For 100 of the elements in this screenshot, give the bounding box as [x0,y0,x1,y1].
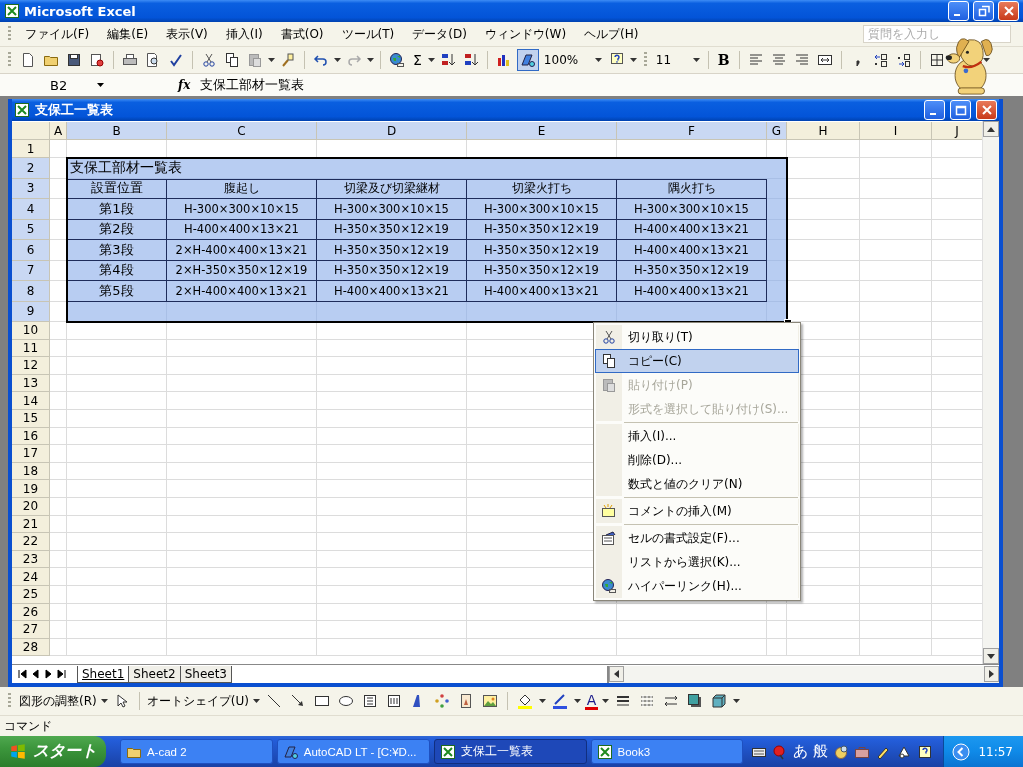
empty-cell[interactable] [50,339,67,358]
row-header[interactable]: 6 [12,240,50,261]
empty-cell[interactable] [67,339,167,358]
menu-item[interactable]: 書式(O) [272,23,332,45]
empty-cell[interactable] [317,357,467,375]
empty-cell[interactable] [317,515,467,534]
empty-cell[interactable] [317,550,467,569]
empty-cell[interactable] [317,603,467,622]
menu-item[interactable]: ファイル(F) [17,23,98,45]
empty-cell[interactable] [50,392,67,410]
palette-icon[interactable] [833,743,850,760]
row-header[interactable]: 19 [12,480,50,498]
caret-icon[interactable] [427,58,435,62]
draw-menu[interactable]: 図形の調整(R) [19,692,97,710]
empty-cell[interactable] [50,480,67,498]
empty-cell[interactable] [860,445,932,463]
restore-button[interactable] [973,1,994,21]
font-color-button[interactable]: A [584,692,599,710]
empty-cell[interactable] [50,621,67,639]
caret-icon[interactable] [334,58,341,62]
empty-cell[interactable] [317,427,467,446]
empty-cell[interactable] [67,357,167,375]
empty-cell[interactable] [767,638,787,657]
empty-cell[interactable] [467,603,617,622]
empty-cell[interactable] [167,621,317,639]
empty-cell[interactable] [67,462,167,481]
row-header[interactable]: 9 [12,301,50,322]
empty-cell[interactable] [860,621,932,639]
empty-cell[interactable] [317,374,467,393]
empty-cell[interactable] [167,445,317,463]
empty-cell[interactable] [167,480,317,498]
empty-cell[interactable] [317,638,467,657]
empty-cell[interactable] [50,322,67,340]
taskbar-button[interactable]: Book3 [590,739,744,764]
bold-button[interactable]: B [714,52,733,68]
empty-cell[interactable] [860,339,932,358]
autoshapes-menu[interactable]: オートシェイプ(U) [146,692,249,710]
drawing-icon[interactable] [516,49,539,71]
empty-cell[interactable] [167,515,317,534]
column-header[interactable]: F [617,122,767,140]
empty-cell[interactable] [67,445,167,463]
caret-icon[interactable] [733,699,741,703]
menu-item[interactable]: ツール(T) [333,23,403,45]
zoom-dropdown[interactable]: 100% [541,51,604,69]
chevron-left-icon[interactable] [952,742,971,761]
empty-cell[interactable] [50,409,67,428]
empty-cell[interactable] [167,568,317,586]
empty-cell[interactable] [50,462,67,481]
name-box[interactable]: B2 [0,77,118,93]
empty-cell[interactable] [617,621,767,639]
empty-cell[interactable] [50,638,67,657]
empty-cell[interactable] [860,219,932,240]
column-header[interactable]: G [767,122,787,140]
taskbar-button[interactable]: A-cad 2 [119,739,273,764]
empty-cell[interactable] [50,445,67,463]
empty-cell[interactable] [67,533,167,551]
empty-cell[interactable] [860,260,932,281]
sheet-tab[interactable]: Sheet3 [179,665,232,683]
empty-cell[interactable] [617,638,767,657]
empty-cell[interactable] [167,550,317,569]
empty-cell[interactable] [67,585,167,604]
empty-cell[interactable] [860,638,932,657]
empty-cell[interactable] [167,357,317,375]
context-menu-item[interactable]: 挿入(I)... [595,424,800,448]
context-menu-item[interactable]: リストから選択(K)... [595,550,800,574]
empty-cell[interactable] [860,409,932,428]
row-header[interactable]: 4 [12,199,50,220]
empty-cell[interactable] [50,533,67,551]
empty-cell[interactable] [50,374,67,393]
empty-cell[interactable] [67,550,167,569]
start-button[interactable]: スタート [0,736,106,767]
row-header[interactable]: 3 [12,178,50,199]
caret-icon[interactable] [367,58,374,62]
empty-cell[interactable] [67,603,167,622]
empty-cell[interactable] [167,339,317,358]
column-header[interactable]: E [467,122,617,140]
context-menu-item[interactable]: コピー(C) [595,349,800,373]
column-header[interactable]: I [860,122,932,140]
empty-cell[interactable] [787,621,860,639]
empty-cell[interactable] [167,603,317,622]
formula-field[interactable]: 支保工部材一覧表 [200,76,305,94]
caret-icon[interactable] [602,699,610,703]
input-mode-button[interactable]: 般 [813,742,829,761]
row-header[interactable]: 12 [12,357,50,375]
caret-icon[interactable] [982,58,990,62]
empty-cell[interactable] [860,322,932,340]
right-arrow-icon[interactable] [989,670,994,678]
empty-cell[interactable] [167,322,317,340]
caret-icon[interactable] [100,699,108,703]
close-button[interactable] [998,1,1019,21]
left-arrow-icon[interactable] [614,670,619,678]
empty-cell[interactable] [860,374,932,393]
context-menu-item[interactable]: コメントの挿入(M) [595,499,800,523]
empty-cell[interactable] [50,568,67,586]
empty-cell[interactable] [860,585,932,604]
empty-cell[interactable] [67,568,167,586]
empty-cell[interactable] [167,374,317,393]
empty-cell[interactable] [860,462,932,481]
empty-cell[interactable] [67,374,167,393]
empty-cell[interactable] [860,178,932,199]
